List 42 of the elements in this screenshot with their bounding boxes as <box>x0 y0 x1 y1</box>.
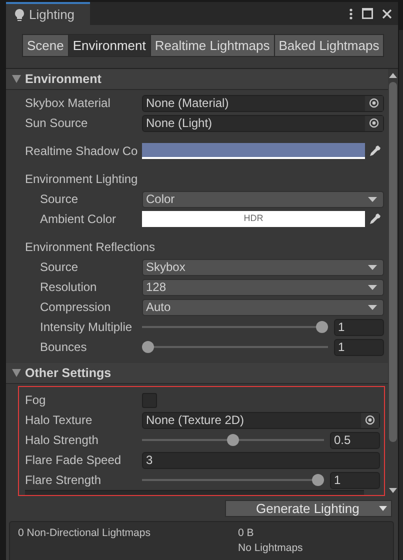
object-field[interactable]: None (Light) <box>142 114 384 132</box>
number-field[interactable]: 1 <box>330 472 380 488</box>
generate-lighting-button[interactable]: Generate Lighting <box>225 500 392 516</box>
tab[interactable]: Scene <box>22 34 69 57</box>
field-label: Flare Fade Speed <box>25 453 122 467</box>
lightmap-status: No Lightmaps <box>238 542 303 554</box>
number-field[interactable]: 0.5 <box>330 432 380 448</box>
field-label: Realtime Shadow Co <box>25 144 139 158</box>
field-label: Halo Strength <box>25 433 100 447</box>
tab[interactable]: Environment <box>68 34 151 57</box>
dropdown[interactable]: Color <box>142 190 384 208</box>
dropdown[interactable]: Auto <box>142 298 384 316</box>
field-label: Bounces <box>39 340 88 354</box>
section-header[interactable]: Other Settings <box>6 363 388 384</box>
field-label: Intensity Multiplie <box>39 320 134 334</box>
dropdown[interactable]: 128 <box>142 278 384 296</box>
window-tab[interactable]: Lighting <box>6 2 90 25</box>
number-field[interactable]: 1 <box>334 318 384 336</box>
section-header[interactable]: Environment <box>6 69 388 90</box>
field-label: Resolution <box>39 280 98 294</box>
number-field[interactable]: 1 <box>334 338 384 356</box>
group-heading: Environment Lighting <box>25 172 138 186</box>
tab[interactable]: Realtime Lightmaps <box>150 34 275 57</box>
dropdown[interactable]: Skybox <box>142 258 384 276</box>
field-label: Fog <box>25 393 47 407</box>
field-label: Ambient Color <box>39 212 118 226</box>
field-label: Source <box>39 192 80 206</box>
field-label: Flare Strength <box>25 473 102 487</box>
field-label: Sun Source <box>25 116 89 130</box>
lightmap-count: 0 Non-Directional Lightmaps <box>18 527 152 541</box>
number-field[interactable]: 3 <box>142 452 380 468</box>
field-label: Skybox Material <box>25 96 112 110</box>
object-field[interactable]: None (Material) <box>142 94 384 112</box>
tab[interactable]: Baked Lightmaps <box>274 34 384 57</box>
lightmap-size: 0 B <box>238 527 255 539</box>
group-heading: Environment Reflections <box>25 240 156 254</box>
color-swatch[interactable]: HDR <box>142 211 365 227</box>
window-title: Lighting <box>29 7 75 22</box>
object-field[interactable]: None (Texture 2D) <box>142 412 380 428</box>
field-label: Halo Texture <box>25 413 94 427</box>
field-label: Source <box>39 260 80 274</box>
field-label: Compression <box>39 300 112 314</box>
